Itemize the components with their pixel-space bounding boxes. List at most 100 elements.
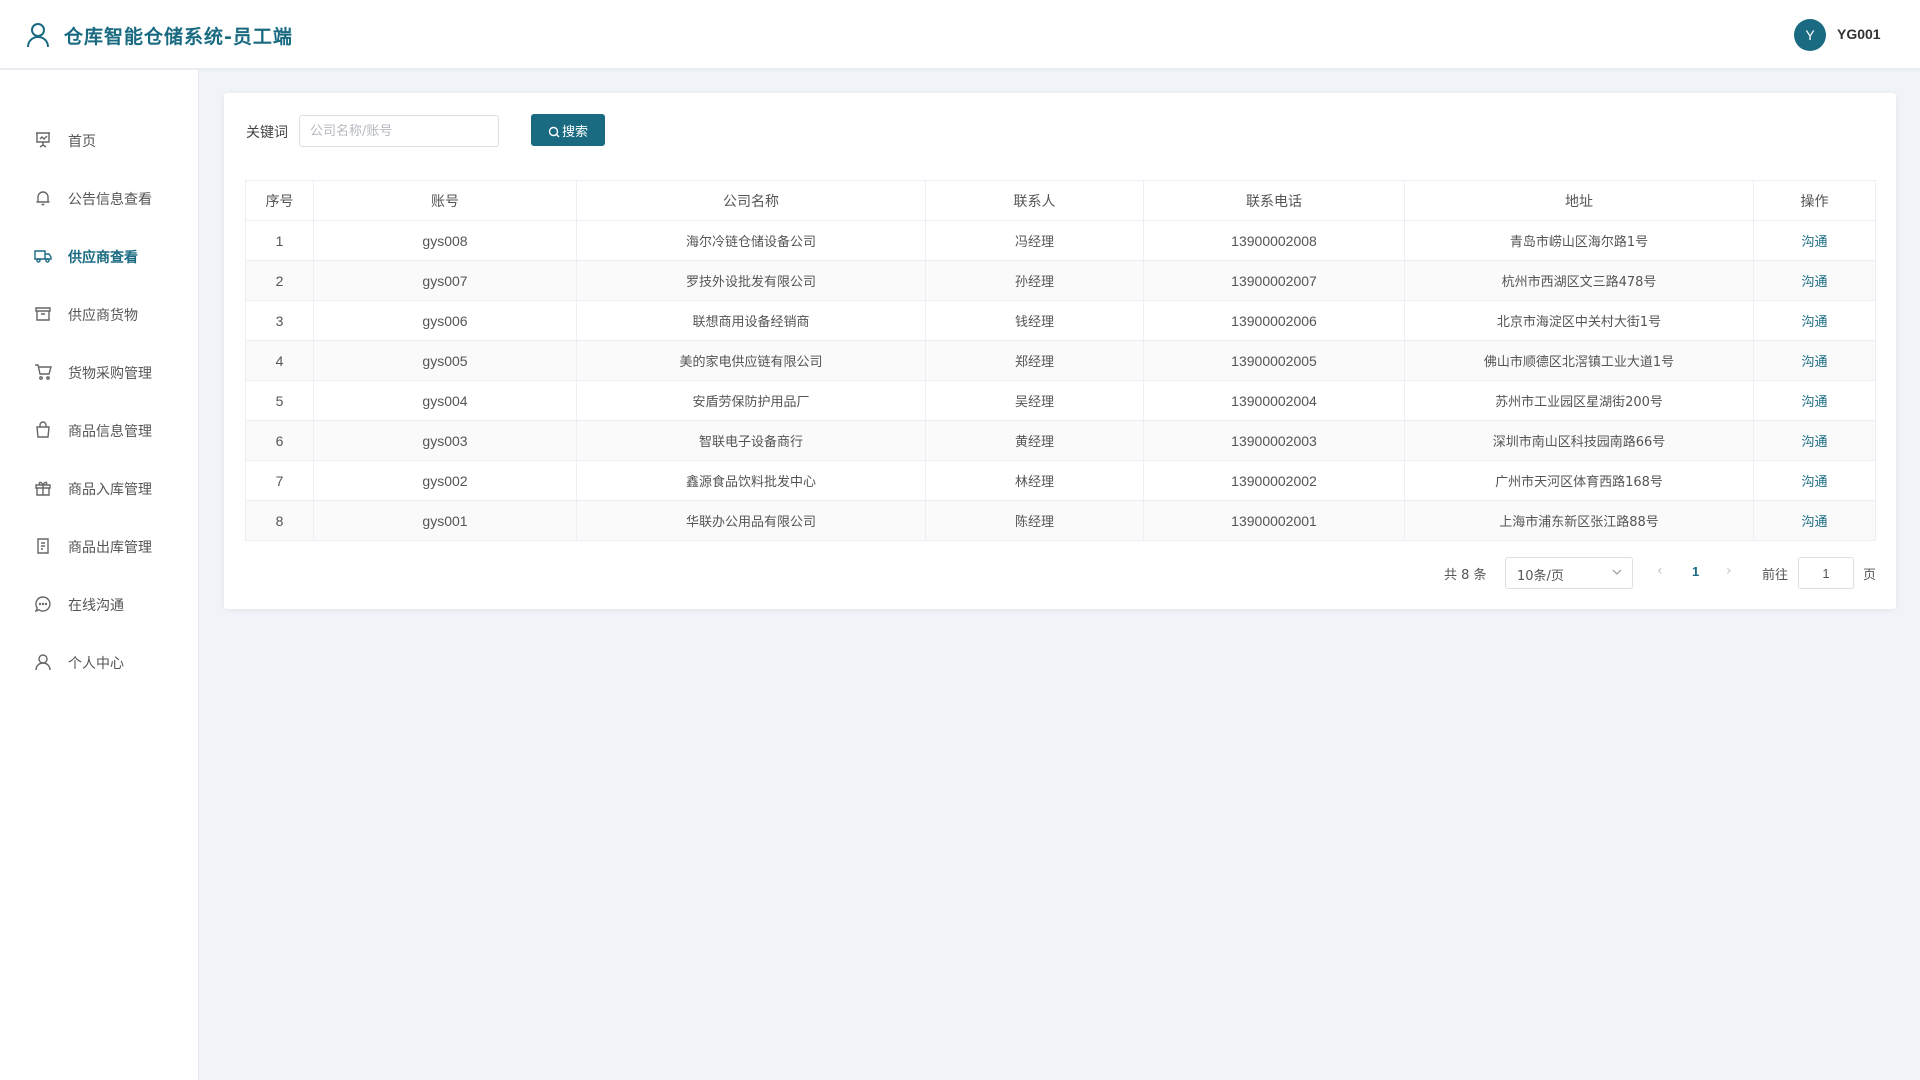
action-cell[interactable]: 沟通 xyxy=(1753,420,1876,461)
sidebar-item-chat[interactable]: 在线沟通 xyxy=(0,580,199,628)
address-cell: 深圳市南山区科技园南路66号 xyxy=(1404,420,1754,461)
account-cell: gys001 xyxy=(313,500,577,541)
goto-page-input[interactable] xyxy=(1798,557,1854,589)
sidebar-item-suppliers[interactable]: 供应商查看 xyxy=(0,232,199,280)
sidebar: 首页 公告信息查看 供应商查看 供应商货物 货物采购管理 商品信息管理 商品入库… xyxy=(0,70,199,1080)
search-input[interactable] xyxy=(299,115,499,147)
pagination-total: 共 8 条 xyxy=(1444,568,1487,583)
contact-person-cell: 孙经理 xyxy=(925,260,1144,301)
column-header: 账号 xyxy=(313,180,577,221)
top-header: 仓库智能仓储系统-员工端 Y YG001 xyxy=(0,0,1920,69)
user-icon xyxy=(34,653,52,671)
page-suffix-label: 页 xyxy=(1863,568,1877,583)
table-row: 5 gys004 安盾劳保防护用品厂 吴经理 13900002004 苏州市工业园区星湖街… xyxy=(245,380,1876,421)
company-name-cell: 安盾劳保防护用品厂 xyxy=(576,380,926,421)
box-icon xyxy=(34,305,52,323)
sidebar-item-outbound[interactable]: 商品出库管理 xyxy=(0,522,199,570)
sidebar-item-label: 在线沟通 xyxy=(68,598,124,614)
account-cell: gys006 xyxy=(313,300,577,341)
address-cell: 青岛市崂山区海尔路1号 xyxy=(1404,220,1754,261)
company-name-cell: 美的家电供应链有限公司 xyxy=(576,340,926,381)
sidebar-item-announcements[interactable]: 公告信息查看 xyxy=(0,174,199,222)
table-header-row: 序号 账号 公司名称 联系人 联系电话 地址 操作 xyxy=(245,180,1876,221)
account-cell: gys005 xyxy=(313,340,577,381)
contact-person-cell: 林经理 xyxy=(925,460,1144,501)
sidebar-item-purchase[interactable]: 货物采购管理 xyxy=(0,348,199,396)
avatar[interactable]: Y xyxy=(1794,19,1826,51)
column-header: 联系人 xyxy=(925,180,1144,221)
sidebar-item-home[interactable]: 首页 xyxy=(0,116,199,164)
sidebar-item-label: 商品信息管理 xyxy=(68,424,152,440)
column-header: 地址 xyxy=(1404,180,1754,221)
search-button[interactable]: 搜索 xyxy=(531,114,605,146)
company-name-cell: 联想商用设备经销商 xyxy=(576,300,926,341)
sidebar-item-label: 供应商查看 xyxy=(68,250,138,266)
address-cell: 上海市浦东新区张江路88号 xyxy=(1404,500,1754,541)
company-name-cell: 罗技外设批发有限公司 xyxy=(576,260,926,301)
supplier-list-card: 关键词 搜索 序号 账号 公司名称 联系人 联系电话 地址 操作 1gys008… xyxy=(224,93,1896,609)
column-header: 联系电话 xyxy=(1143,180,1405,221)
chat-icon xyxy=(34,595,52,613)
phone-cell: 13900002005 xyxy=(1143,340,1405,381)
phone-cell: 13900002001 xyxy=(1143,500,1405,541)
action-cell[interactable]: 沟通 xyxy=(1753,340,1876,381)
sidebar-item-label: 个人中心 xyxy=(68,656,124,672)
account-cell: gys004 xyxy=(313,380,577,421)
action-cell[interactable]: 沟通 xyxy=(1753,460,1876,501)
row-index-cell: 3 xyxy=(245,300,314,341)
app-title: 仓库智能仓储系统-员工端 xyxy=(64,26,293,48)
cart-icon xyxy=(34,363,52,381)
table-row: 8 gys001 华联办公用品有限公司 陈经理 13900002001 上海市浦东新区张江… xyxy=(245,500,1876,541)
row-index-cell: 4 xyxy=(245,340,314,381)
company-name-cell: 鑫源食品饮料批发中心 xyxy=(576,460,926,501)
company-name-cell: 华联办公用品有限公司 xyxy=(576,500,926,541)
phone-cell: 13900002003 xyxy=(1143,420,1405,461)
sidebar-item-label: 商品入库管理 xyxy=(68,482,152,498)
presentation-icon xyxy=(34,131,52,149)
table-row: 4 gys005 美的家电供应链有限公司 郑经理 13900002005 佛山市顺德区北滘… xyxy=(245,340,1876,381)
account-cell: gys007 xyxy=(313,260,577,301)
row-index-cell: 1 xyxy=(245,220,314,261)
action-cell[interactable]: 沟通 xyxy=(1753,220,1876,261)
bell-icon xyxy=(34,189,52,207)
next-page-button[interactable]: › xyxy=(1726,563,1732,579)
search-label: 关键词 xyxy=(246,125,288,141)
truck-icon xyxy=(34,247,52,265)
goto-label: 前往 xyxy=(1762,568,1789,583)
sidebar-item-label: 商品出库管理 xyxy=(68,540,152,556)
user-logo-icon xyxy=(26,22,50,48)
action-cell[interactable]: 沟通 xyxy=(1753,500,1876,541)
action-cell[interactable]: 沟通 xyxy=(1753,300,1876,341)
action-cell[interactable]: 沟通 xyxy=(1753,260,1876,301)
company-name-cell: 智联电子设备商行 xyxy=(576,420,926,461)
row-index-cell: 6 xyxy=(245,420,314,461)
row-index-cell: 2 xyxy=(245,260,314,301)
sidebar-item-profile[interactable]: 个人中心 xyxy=(0,638,199,686)
prev-page-button[interactable]: ‹ xyxy=(1657,563,1663,579)
username[interactable]: YG001 xyxy=(1837,26,1881,42)
table-row: 7 gys002 鑫源食品饮料批发中心 林经理 13900002002 广州市天河区体育西… xyxy=(245,460,1876,501)
phone-cell: 13900002006 xyxy=(1143,300,1405,341)
contact-person-cell: 郑经理 xyxy=(925,340,1144,381)
account-cell: gys002 xyxy=(313,460,577,501)
page-size-select[interactable]: 10条/页 xyxy=(1505,557,1633,589)
action-cell[interactable]: 沟通 xyxy=(1753,380,1876,421)
sidebar-item-supplier-goods[interactable]: 供应商货物 xyxy=(0,290,199,338)
company-name-cell: 海尔冷链仓储设备公司 xyxy=(576,220,926,261)
phone-cell: 13900002007 xyxy=(1143,260,1405,301)
present-icon xyxy=(34,479,52,497)
column-header: 公司名称 xyxy=(576,180,926,221)
table-row: 6 gys003 智联电子设备商行 黄经理 13900002003 深圳市南山区科技园南路… xyxy=(245,420,1876,461)
phone-cell: 13900002004 xyxy=(1143,380,1405,421)
sidebar-item-products[interactable]: 商品信息管理 xyxy=(0,406,199,454)
table-row: 1 gys008 海尔冷链仓储设备公司 冯经理 13900002008 青岛市崂山区海尔路… xyxy=(245,220,1876,261)
current-page-number[interactable]: 1 xyxy=(1692,564,1699,579)
document-icon xyxy=(34,537,52,555)
row-index-cell: 8 xyxy=(245,500,314,541)
contact-person-cell: 黄经理 xyxy=(925,420,1144,461)
sidebar-item-inbound[interactable]: 商品入库管理 xyxy=(0,464,199,512)
page-size-value: 10条/页 xyxy=(1517,569,1564,584)
sidebar-item-label: 供应商货物 xyxy=(68,308,138,324)
contact-person-cell: 冯经理 xyxy=(925,220,1144,261)
address-cell: 杭州市西湖区文三路478号 xyxy=(1404,260,1754,301)
